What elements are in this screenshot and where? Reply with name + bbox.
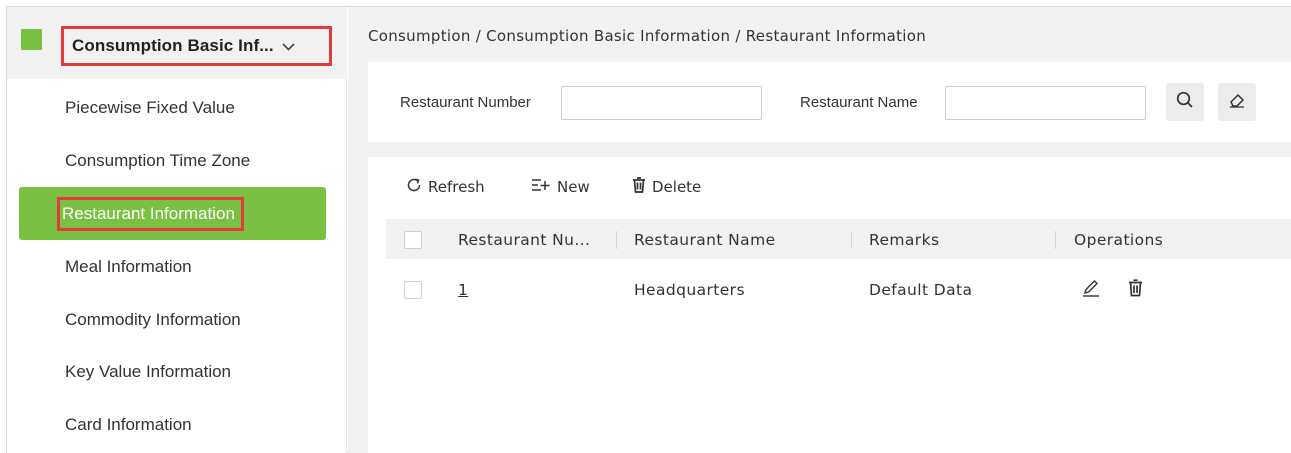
restaurant-name-input[interactable] (945, 86, 1146, 120)
column-header-restaurant-number[interactable]: Restaurant Nu... (458, 231, 590, 249)
restaurant-name-label: Restaurant Name (800, 94, 918, 111)
breadcrumb: Consumption / Consumption Basic Informat… (368, 27, 927, 45)
sidebar-item-label: Piecewise Fixed Value (65, 97, 235, 117)
column-header-remarks[interactable]: Remarks (869, 231, 939, 249)
delete-button[interactable]: Delete (632, 177, 701, 197)
remarks-cell: Default Data (869, 281, 973, 299)
sidebar-item-label: Commodity Information (65, 309, 241, 329)
chevron-down-icon (282, 39, 295, 54)
sidebar: Consumption Basic Inf... Piecewise Fixed… (7, 7, 347, 453)
sidebar-item-piecewise-fixed-value[interactable]: Piecewise Fixed Value (7, 81, 347, 134)
table-panel: Refresh New Delete Restaurant Nu... Rest… (368, 157, 1291, 453)
search-panel: Restaurant Number Restaurant Name (368, 62, 1291, 142)
sidebar-item-label: Consumption Time Zone (65, 150, 251, 170)
trash-icon (632, 177, 652, 197)
new-icon (531, 177, 557, 197)
sidebar-item-restaurant-information[interactable]: Restaurant Information (19, 187, 326, 240)
sidebar-item-meal-information[interactable]: Meal Information (7, 240, 347, 293)
delete-label: Delete (652, 178, 702, 196)
edit-icon[interactable] (1082, 279, 1100, 302)
sidebar-item-key-value-information[interactable]: Key Value Information (7, 345, 347, 398)
main-content: Consumption / Consumption Basic Informat… (348, 7, 1291, 453)
refresh-label: Refresh (428, 178, 485, 196)
sidebar-item-consumption-time-zone[interactable]: Consumption Time Zone (7, 134, 347, 187)
column-header-operations: Operations (1074, 231, 1164, 249)
select-all-checkbox[interactable] (404, 231, 422, 249)
search-button[interactable] (1166, 83, 1204, 121)
row-checkbox[interactable] (404, 281, 422, 299)
module-selector[interactable]: Consumption Basic Inf... (61, 26, 332, 66)
new-button[interactable]: New (531, 177, 590, 197)
restaurant-number-link[interactable]: 1 (458, 281, 468, 299)
refresh-icon (406, 177, 428, 197)
sidebar-item-label: Card Information (65, 414, 192, 434)
restaurant-number-input[interactable] (561, 86, 762, 120)
sidebar-item-label: Restaurant Information (57, 196, 244, 231)
module-header: Consumption Basic Inf... (7, 7, 347, 79)
sidebar-item-label: Meal Information (65, 256, 192, 276)
eraser-icon (1228, 91, 1246, 114)
restaurant-number-label: Restaurant Number (400, 94, 531, 111)
trash-icon[interactable] (1128, 279, 1143, 302)
sidebar-item-commodity-information[interactable]: Commodity Information (7, 293, 347, 346)
column-divider (1055, 231, 1056, 249)
restaurant-name-cell: Headquarters (634, 281, 745, 299)
column-divider (616, 231, 617, 249)
column-divider (851, 231, 852, 249)
table-header: Restaurant Nu... Restaurant Name Remarks… (386, 219, 1291, 259)
column-header-restaurant-name[interactable]: Restaurant Name (634, 231, 776, 249)
module-selector-label: Consumption Basic Inf... (72, 36, 274, 55)
module-icon (21, 29, 42, 50)
search-icon (1176, 91, 1194, 114)
clear-button[interactable] (1218, 83, 1256, 121)
new-label: New (557, 178, 590, 196)
sidebar-item-label: Key Value Information (65, 361, 231, 381)
refresh-button[interactable]: Refresh (406, 177, 485, 197)
sidebar-item-card-information[interactable]: Card Information (7, 398, 347, 451)
